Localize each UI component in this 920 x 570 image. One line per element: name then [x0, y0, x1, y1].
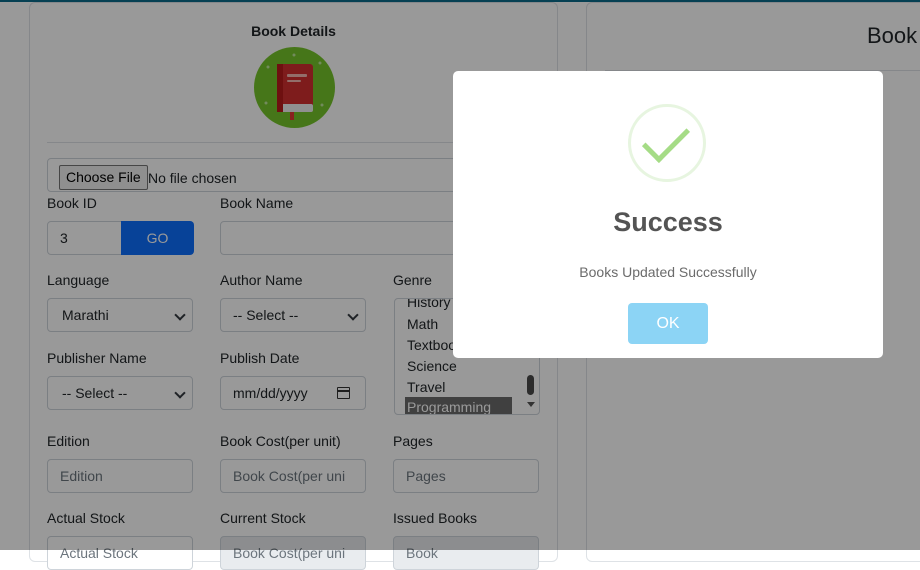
dialog-title: Success — [613, 207, 723, 237]
dialog-message: Books Updated Successfully — [579, 264, 757, 280]
checkmark-icon — [641, 114, 691, 164]
success-icon — [628, 104, 706, 182]
page: Book Details Choose File No file chosen … — [0, 0, 920, 570]
success-dialog: Success Books Updated Successfully OK — [453, 71, 883, 358]
ok-button[interactable]: OK — [628, 303, 708, 344]
